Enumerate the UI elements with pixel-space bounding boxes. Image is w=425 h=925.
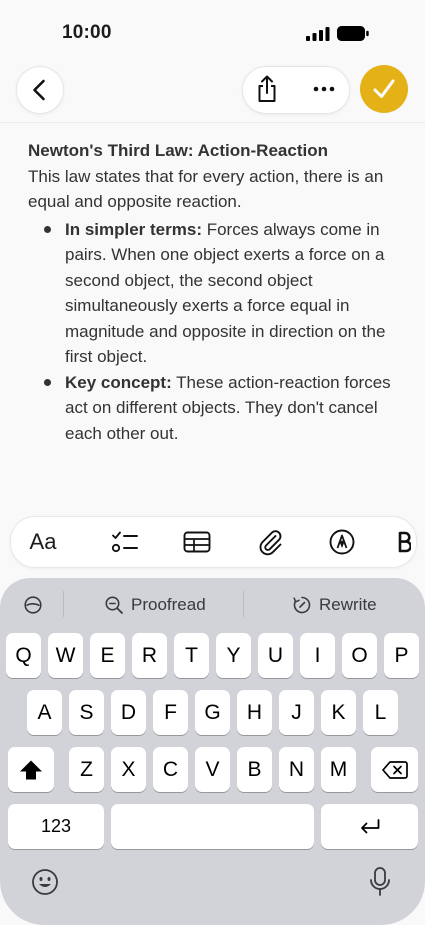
suggestion-divider: [63, 591, 64, 617]
share-icon: [258, 75, 276, 102]
key-a[interactable]: A: [27, 690, 62, 735]
key-q[interactable]: Q: [6, 633, 41, 678]
status-time: 10:00: [62, 22, 112, 43]
done-button[interactable]: [360, 65, 408, 113]
paperclip-icon: [259, 530, 282, 556]
key-p[interactable]: P: [384, 633, 419, 678]
list-item: In simpler terms: Forces always come in …: [44, 217, 408, 370]
backspace-icon: [381, 760, 408, 779]
key-n[interactable]: N: [279, 747, 314, 792]
key-z[interactable]: Z: [69, 747, 104, 792]
key-o[interactable]: O: [342, 633, 377, 678]
key-m[interactable]: M: [321, 747, 356, 792]
back-button[interactable]: [16, 66, 64, 114]
space-bar[interactable]: [111, 804, 314, 849]
note-intro: This law states that for every action, t…: [28, 166, 384, 212]
key-k[interactable]: K: [321, 690, 356, 735]
key-s[interactable]: S: [69, 690, 104, 735]
proofread-magnifier-icon: [105, 596, 123, 614]
bullet-text: Forces always come in pairs. When one ob…: [65, 219, 386, 367]
bullet-label: Key concept:: [65, 372, 172, 392]
checklist-button[interactable]: [103, 517, 147, 567]
note-title: Newton's Third Law: Action-Reaction: [28, 141, 328, 160]
shift-arrow-icon: [20, 760, 42, 779]
key-h[interactable]: H: [237, 690, 272, 735]
nav-divider: [0, 122, 425, 123]
key-y[interactable]: Y: [216, 633, 251, 678]
key-e[interactable]: E: [90, 633, 125, 678]
attachment-button[interactable]: [248, 517, 292, 567]
return-arrow-icon: [360, 818, 379, 833]
checklist-icon: [111, 531, 138, 553]
rewrite-icon: [293, 596, 311, 614]
key-w[interactable]: W: [48, 633, 83, 678]
numbers-key[interactable]: 123: [8, 804, 104, 849]
key-u[interactable]: U: [258, 633, 293, 678]
key-r[interactable]: R: [132, 633, 167, 678]
key-b[interactable]: B: [237, 747, 272, 792]
microphone-icon[interactable]: [368, 866, 392, 898]
markup-button[interactable]: [320, 517, 364, 567]
delete-key[interactable]: [371, 747, 418, 792]
ellipsis-icon: [313, 86, 335, 92]
key-v[interactable]: V: [195, 747, 230, 792]
battery-icon: [337, 26, 369, 41]
key-i[interactable]: I: [300, 633, 335, 678]
key-j[interactable]: J: [279, 690, 314, 735]
proofread-button[interactable]: Proofread: [104, 592, 206, 618]
rewrite-button[interactable]: Rewrite: [292, 592, 377, 618]
share-button[interactable]: [248, 70, 286, 108]
key-c[interactable]: C: [153, 747, 188, 792]
chevron-left-icon: [33, 79, 45, 101]
bold-text-button[interactable]: [397, 517, 416, 567]
key-g[interactable]: G: [195, 690, 230, 735]
bold-text-icon: [398, 531, 411, 553]
more-button[interactable]: [304, 70, 344, 108]
writing-tools-icon[interactable]: [23, 595, 43, 615]
list-item: Key concept: These action-reaction force…: [44, 370, 408, 447]
proofread-label: Proofread: [131, 595, 206, 614]
key-t[interactable]: T: [174, 633, 209, 678]
checkmark-icon: [373, 79, 395, 98]
markup-pen-icon: [329, 529, 355, 555]
rewrite-label: Rewrite: [319, 595, 377, 614]
return-key[interactable]: [321, 804, 418, 849]
bullet-label: In simpler terms:: [65, 219, 202, 239]
format-toolbar: Aa: [10, 516, 417, 568]
emoji-icon[interactable]: [31, 868, 59, 896]
bullet-list: In simpler terms: Forces always come in …: [28, 217, 408, 447]
key-l[interactable]: L: [363, 690, 398, 735]
key-x[interactable]: X: [111, 747, 146, 792]
suggestion-divider: [243, 591, 244, 617]
note-body[interactable]: Newton's Third Law: Action-Reaction This…: [28, 138, 408, 446]
text-style-button[interactable]: Aa: [25, 517, 61, 567]
cellular-signal-icon: [306, 27, 330, 41]
table-button[interactable]: [175, 517, 219, 567]
shift-key[interactable]: [8, 747, 54, 792]
key-d[interactable]: D: [111, 690, 146, 735]
key-f[interactable]: F: [153, 690, 188, 735]
table-icon: [183, 531, 211, 553]
